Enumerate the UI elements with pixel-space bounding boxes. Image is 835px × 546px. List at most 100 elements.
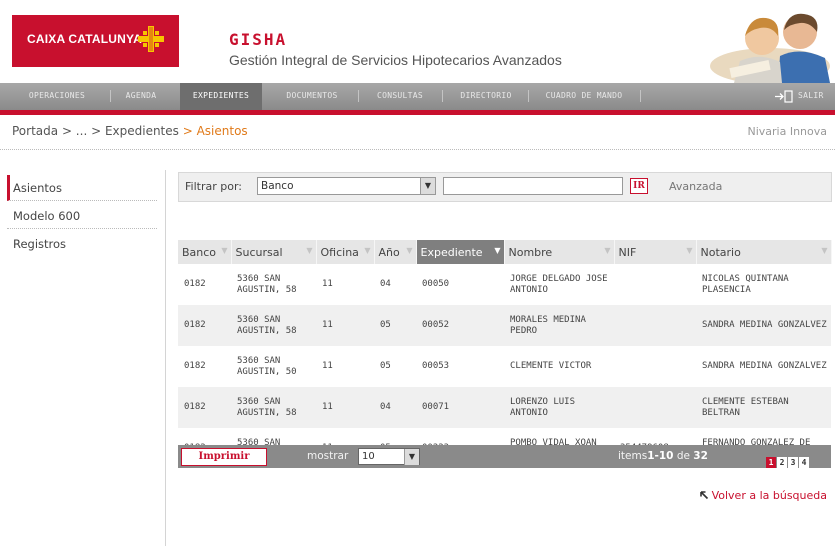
logout-icon[interactable] (774, 90, 794, 103)
cell-banco: 0182 (178, 387, 231, 428)
sidebar-item-asientos[interactable]: Asientos (7, 175, 157, 201)
column-header-label: Nombre (508, 245, 553, 259)
filter-select-value: Banco (261, 180, 294, 192)
sort-arrow-icon: ▼ (306, 246, 313, 255)
column-header-ano[interactable]: Año ▼ (374, 240, 417, 264)
sort-arrow-icon: ▼ (364, 246, 371, 255)
breadcrumb-current: Asientos (196, 124, 248, 138)
cell-ano: 05 (380, 361, 391, 371)
cell-oficina: 11 (316, 387, 374, 428)
cell-banco: 0182 (184, 279, 206, 289)
column-header-label: Oficina (320, 245, 359, 259)
nav-operaciones[interactable]: OPERACIONES (10, 83, 104, 110)
go-button[interactable]: IR (630, 178, 648, 194)
logout-link[interactable]: SALIR (798, 83, 832, 110)
page-button-2[interactable]: 2 (777, 457, 787, 468)
sort-arrow-icon: ▼ (221, 246, 228, 255)
page-button-1[interactable]: 1 (766, 457, 776, 468)
column-header-banco[interactable]: Banco ▼ (178, 240, 232, 264)
column-header-label: Expediente (420, 245, 483, 259)
cell-nombre: LORENZO LUIS ANTONIO (504, 387, 614, 428)
breadcrumb-expedientes[interactable]: Expedientes (105, 124, 179, 138)
sidebar-item-label: Registros (13, 237, 67, 251)
items-prefix: items (618, 450, 648, 462)
cell-notario: SANDRA MEDINA GONZALVEZ (702, 361, 827, 371)
chevron-down-icon[interactable]: ▼ (420, 178, 435, 194)
app-brand: GISHA (229, 30, 288, 49)
sidebar-item-label: Modelo 600 (13, 209, 81, 223)
cell-banco: 0182 (178, 305, 231, 346)
column-header-nif[interactable]: NIF ▼ (614, 240, 697, 264)
cell-notario: NICOLAS QUINTANA PLASENCIA (702, 273, 789, 295)
nav-divider (528, 90, 529, 102)
breadcrumb: Portada > ... > Expedientes > Asientos (12, 124, 248, 138)
column-header-expediente[interactable]: Expediente ▼ (416, 240, 505, 264)
column-header-sucursal[interactable]: Sucursal ▼ (231, 240, 317, 264)
filter-value-input[interactable] (443, 177, 623, 195)
chevron-down-icon[interactable]: ▼ (404, 449, 419, 465)
header-divider (0, 149, 835, 150)
table-row[interactable]: 0182 5360 SAN AGUSTIN, 58 11 04 00050 JO… (178, 264, 831, 305)
pagination: 1234 (766, 450, 810, 469)
column-header-oficina[interactable]: Oficina ▼ (316, 240, 375, 264)
table-row[interactable]: 0182 5360 SAN AGUSTIN, 58 11 05 00052 MO… (178, 305, 831, 346)
table-footer: Imprimir mostrar 10 ▼ items1-10 de 32 12… (178, 445, 831, 468)
page-button-4[interactable]: 4 (799, 457, 809, 468)
filter-bar: Filtrar por: Banco ▼ IR Avanzada (178, 172, 832, 202)
cell-nombre: MORALES MEDINA PEDRO (504, 305, 614, 346)
nav-cuadro-de-mando[interactable]: CUADRO DE MANDO (532, 83, 636, 110)
items-total: 32 (693, 450, 708, 462)
column-header-nombre[interactable]: Nombre ▼ (504, 240, 615, 264)
column-header-label: Banco (182, 245, 217, 259)
filter-field-select[interactable]: Banco ▼ (257, 177, 436, 195)
sidebar-item-modelo-600[interactable]: Modelo 600 (7, 203, 157, 229)
column-header-label: NIF (618, 245, 637, 259)
sidebar: Asientos Modelo 600 Registros (0, 170, 166, 546)
cell-nif (614, 264, 696, 305)
filter-label: Filtrar por: (185, 180, 242, 193)
page-size-select[interactable]: 10 ▼ (358, 448, 420, 465)
cell-nif (614, 387, 696, 428)
items-count: items1-10 de 32 (618, 450, 708, 462)
breadcrumb-separator: > (178, 124, 197, 138)
sidebar-item-registros[interactable]: Registros (7, 231, 157, 257)
main-nav: OPERACIONES AGENDA EXPEDIENTES DOCUMENTO… (0, 83, 835, 110)
breadcrumb-bar: Portada > ... > Expedientes > Asientos N… (0, 115, 835, 149)
nav-consultas[interactable]: CONSULTAS (362, 83, 438, 110)
arrow-up-left-icon (699, 491, 708, 500)
cell-oficina: 11 (322, 279, 333, 289)
nav-directorio[interactable]: DIRECTORIO (446, 83, 526, 110)
app-header: CAIXA CATALUNYA GISHA Gestión Integral d… (0, 0, 835, 83)
nav-divider (110, 90, 111, 102)
table-header-row: Banco ▼ Sucursal ▼ Oficina ▼ Año ▼ Expedient… (178, 240, 832, 264)
cell-sucursal: 5360 SAN AGUSTIN, 58 (237, 273, 297, 295)
cell-expediente: 00071 (416, 387, 504, 428)
cell-nif (614, 346, 696, 387)
nav-divider (442, 90, 443, 102)
back-to-search-link[interactable]: Volver a la búsqueda (699, 489, 827, 502)
cell-ano: 04 (374, 387, 416, 428)
cell-sucursal: 5360 SAN AGUSTIN, 58 (231, 387, 316, 428)
page-button-3[interactable]: 3 (788, 457, 798, 468)
print-button[interactable]: Imprimir (181, 448, 267, 466)
cell-notario: SANDRA MEDINA GONZALVEZ (696, 305, 831, 346)
nav-documentos[interactable]: DOCUMENTOS (268, 83, 356, 110)
cell-ano: 05 (374, 305, 416, 346)
column-header-label: Notario (700, 245, 741, 259)
app-tagline: Gestión Integral de Servicios Hipotecari… (229, 52, 562, 68)
column-header-notario[interactable]: Notario ▼ (696, 240, 832, 264)
cell-banco: 0182 (184, 361, 206, 371)
table-row[interactable]: 0182 5360 SAN AGUSTIN, 58 11 04 00071 LO… (178, 387, 831, 428)
advanced-search-link[interactable]: Avanzada (669, 180, 722, 193)
nav-divider (640, 90, 641, 102)
nav-divider (358, 90, 359, 102)
nav-expedientes[interactable]: EXPEDIENTES (180, 83, 262, 110)
cell-expediente: 00053 (422, 361, 450, 371)
table-row[interactable]: 0182 5360 SAN AGUSTIN, 50 11 05 00053 CL… (178, 346, 831, 387)
nav-agenda[interactable]: AGENDA (115, 83, 167, 110)
breadcrumb-home[interactable]: Portada (12, 124, 58, 138)
breadcrumb-separator: > ... > (58, 124, 105, 138)
caixa-catalunya-logo[interactable]: CAIXA CATALUNYA (12, 15, 179, 67)
column-header-label: Año (378, 245, 400, 259)
family-photo (700, 6, 835, 83)
